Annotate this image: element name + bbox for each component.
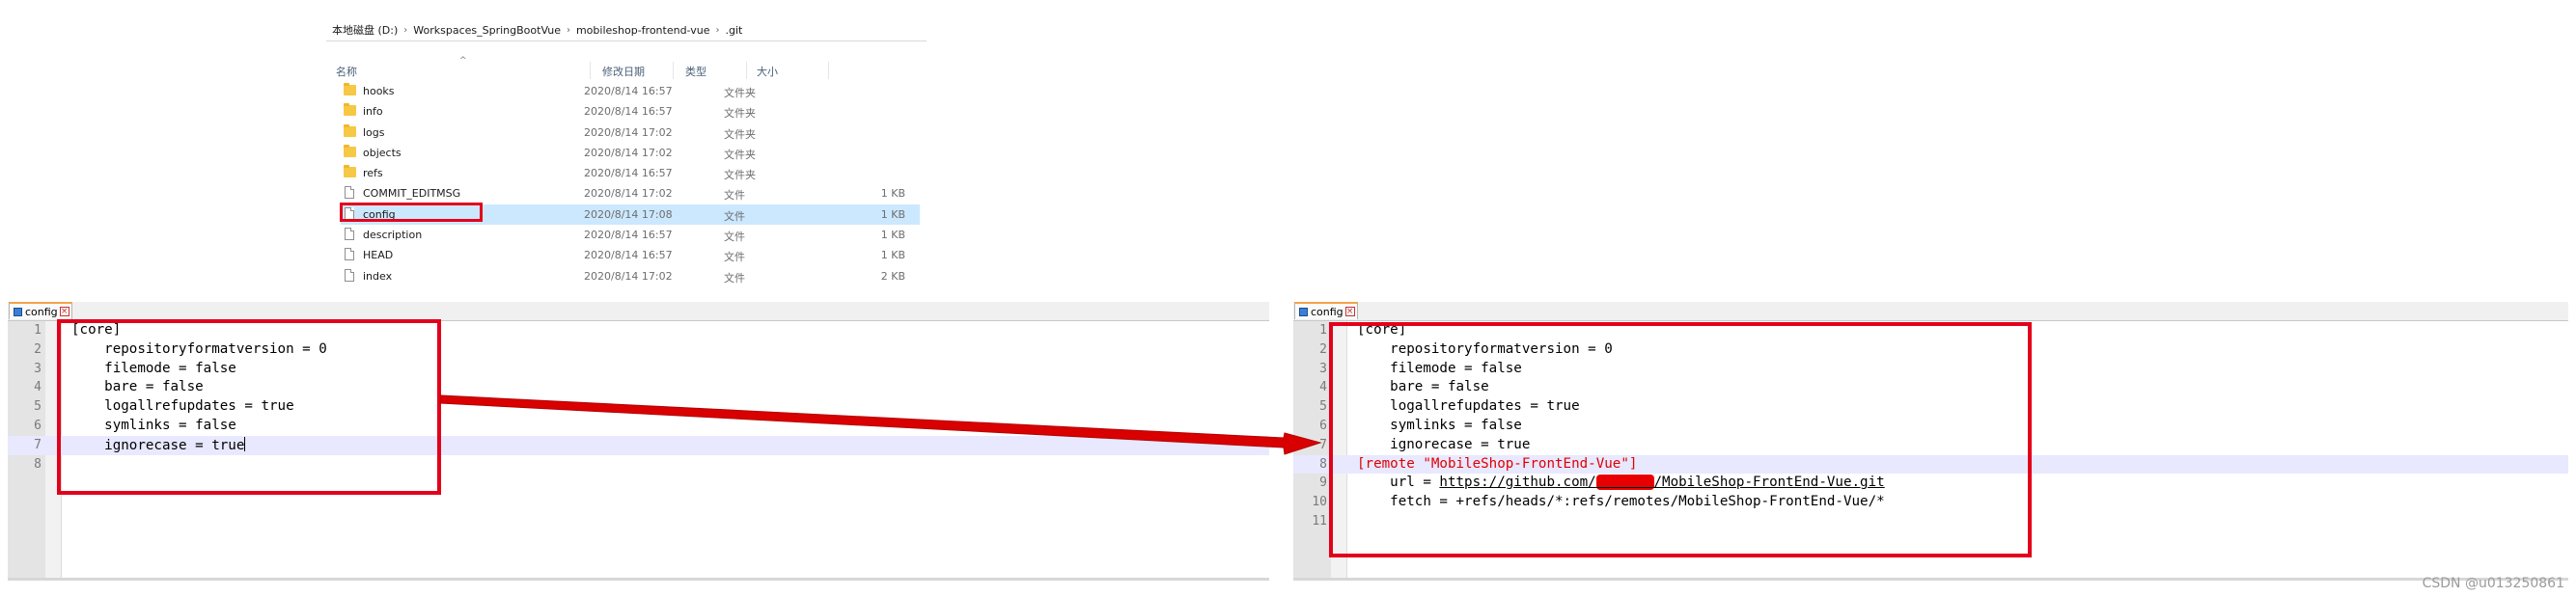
watermark: CSDN @u013250861 <box>2422 576 2564 591</box>
transition-arrow-icon <box>439 394 1322 455</box>
